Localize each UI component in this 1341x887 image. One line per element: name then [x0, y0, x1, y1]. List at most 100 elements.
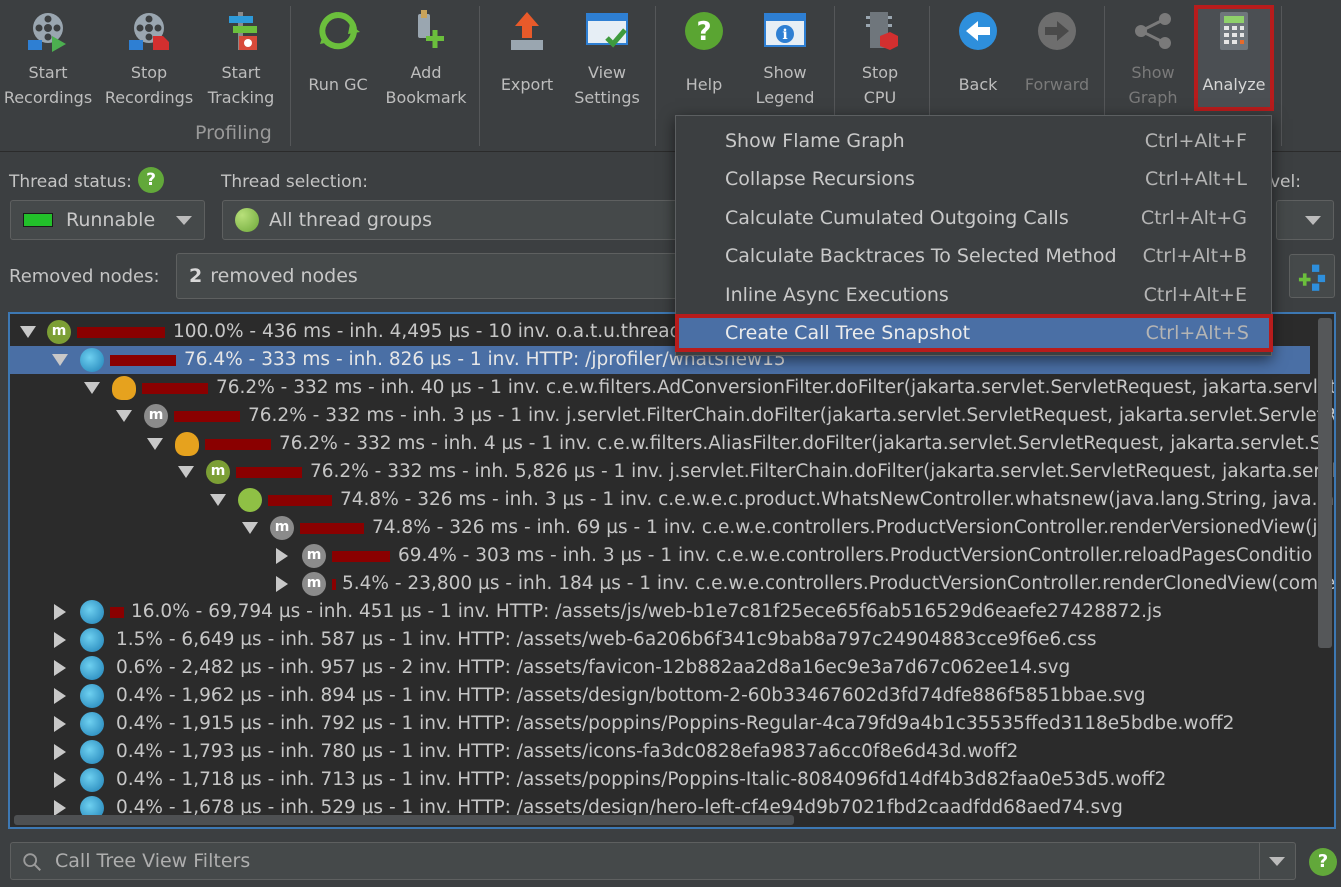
back-button[interactable]: Back	[940, 4, 1016, 112]
thread-status-value: Runnable	[66, 209, 156, 231]
collapsed-triangle-icon[interactable]	[54, 744, 66, 760]
menu-item-calculate-backtraces[interactable]: Calculate Backtraces To Selected Method …	[676, 237, 1271, 275]
analyze-label: Analyze	[1202, 75, 1266, 94]
expanded-triangle-icon[interactable]	[116, 410, 132, 422]
http-globe-icon	[80, 712, 104, 736]
show-legend-button[interactable]: i Show Legend	[745, 4, 825, 112]
removed-nodes-count: 2	[189, 265, 203, 287]
tree-row[interactable]: 16.0% - 69,794 µs - inh. 451 µs - 1 inv.…	[10, 598, 1310, 626]
tree-row-text: 100.0% - 436 ms - inh. 4,495 µs - 10 inv…	[173, 321, 691, 342]
tree-row[interactable]: 0.6% - 2,482 µs - inh. 957 µs - 2 inv. H…	[10, 654, 1310, 682]
stop-recordings-button[interactable]: Stop Recordings	[101, 4, 197, 112]
start-tracking-button[interactable]: Start Tracking	[200, 4, 282, 112]
call-tree[interactable]: m 100.0% - 436 ms - inh. 4,495 µs - 10 i…	[8, 312, 1336, 829]
collapsed-triangle-icon[interactable]	[276, 576, 288, 592]
start-recordings-button[interactable]: Start Recordings	[0, 4, 96, 112]
method-icon: m	[302, 572, 326, 596]
help-button[interactable]: ? Help	[668, 4, 740, 112]
forward-button[interactable]: Forward	[1018, 4, 1096, 112]
toolbar-separator	[1281, 6, 1282, 146]
view-settings-button[interactable]: View Settings	[570, 4, 644, 112]
expanded-triangle-icon[interactable]	[20, 326, 36, 338]
add-bookmark-button[interactable]: Add Bookmark	[381, 4, 471, 112]
filter-icon	[112, 376, 136, 400]
film-reel-stop-icon	[129, 13, 169, 50]
expanded-triangle-icon[interactable]	[242, 522, 258, 534]
collapsed-triangle-icon[interactable]	[54, 632, 66, 648]
menu-item-show-flame-graph[interactable]: Show Flame Graph Ctrl+Alt+F	[676, 122, 1271, 160]
menu-item-inline-async-executions[interactable]: Inline Async Executions Ctrl+Alt+E	[676, 276, 1271, 314]
method-icon: m	[302, 544, 326, 568]
tree-row[interactable]: 1.5% - 6,649 µs - inh. 587 µs - 1 inv. H…	[10, 626, 1310, 654]
recycle-icon	[319, 12, 360, 50]
stop-cpu-button[interactable]: Stop CPU	[846, 4, 914, 112]
tree-row[interactable]: 0.4% - 1,718 µs - inh. 713 µs - 1 inv. H…	[10, 766, 1310, 794]
run-gc-button[interactable]: Run GC	[300, 4, 376, 112]
tree-row-text: 76.2% - 332 ms - inh. 5,826 µs - 1 inv. …	[310, 461, 1336, 482]
expanded-triangle-icon[interactable]	[84, 382, 100, 394]
toolbar-separator	[655, 6, 656, 146]
collapsed-triangle-icon[interactable]	[54, 660, 66, 676]
horizontal-scrollbar[interactable]	[14, 815, 794, 825]
menu-item-calculate-cumulated-outgoing-calls[interactable]: Calculate Cumulated Outgoing Calls Ctrl+…	[676, 199, 1271, 237]
method-icon: m	[47, 320, 71, 344]
collapsed-triangle-icon[interactable]	[54, 800, 66, 816]
collapsed-triangle-icon[interactable]	[276, 548, 288, 564]
tree-row-text: 74.8% - 326 ms - inh. 3 µs - 1 inv. c.e.…	[340, 489, 1334, 510]
collapsed-triangle-icon[interactable]	[54, 772, 66, 788]
http-globe-icon	[80, 656, 104, 680]
show-graph-button[interactable]: Show Graph	[1115, 4, 1191, 112]
expanded-triangle-icon[interactable]	[210, 494, 226, 506]
tree-row-text: 16.0% - 69,794 µs - inh. 451 µs - 1 inv.…	[131, 601, 1162, 622]
thread-status-help-icon[interactable]: ?	[138, 167, 164, 193]
collapsed-triangle-icon[interactable]	[54, 604, 66, 620]
expanded-triangle-icon[interactable]	[147, 438, 163, 450]
expanded-triangle-icon[interactable]	[52, 354, 68, 366]
tree-row[interactable]: 74.8% - 326 ms - inh. 3 µs - 1 inv. c.e.…	[10, 486, 1334, 514]
http-globe-icon	[80, 684, 104, 708]
tree-row[interactable]: m 69.4% - 303 ms - inh. 3 µs - 1 inv. c.…	[10, 542, 1313, 570]
analyze-button[interactable]: Analyze	[1198, 4, 1270, 112]
call-tree-view-filters-input[interactable]: Call Tree View Filters	[10, 842, 1296, 880]
thread-selection-dropdown[interactable]: All thread groups	[222, 200, 682, 240]
back-label: Back	[958, 75, 998, 94]
tree-row[interactable]: m 74.8% - 326 ms - inh. 69 µs - 1 inv. c…	[10, 514, 1329, 542]
film-reel-play-icon	[28, 13, 66, 52]
time-bar	[142, 383, 208, 394]
vertical-scrollbar[interactable]	[1318, 318, 1332, 648]
removed-nodes-field[interactable]: 2 removed nodes	[176, 253, 682, 299]
profiling-group-label: Profiling	[195, 122, 272, 144]
filters-help-icon[interactable]: ?	[1309, 848, 1337, 876]
tree-row-text: 0.4% - 1,962 µs - inh. 894 µs - 1 inv. H…	[116, 685, 1146, 706]
tree-row[interactable]: 0.4% - 1,793 µs - inh. 780 µs - 1 inv. H…	[10, 738, 1310, 766]
thread-selection-value: All thread groups	[269, 209, 432, 231]
time-bar	[205, 439, 271, 450]
menu-item-collapse-recursions[interactable]: Collapse Recursions Ctrl+Alt+L	[676, 160, 1271, 198]
filter-dropdown-button[interactable]	[1259, 843, 1295, 879]
tree-row-text: 76.2% - 332 ms - inh. 40 µs - 1 inv. c.e…	[216, 377, 1336, 398]
tree-row[interactable]: 0.4% - 1,915 µs - inh. 792 µs - 1 inv. H…	[10, 710, 1310, 738]
thread-status-dropdown[interactable]: Runnable	[10, 200, 205, 240]
collapsed-triangle-icon[interactable]	[54, 716, 66, 732]
tree-row[interactable]: m 76.2% - 332 ms - inh. 3 µs - 1 inv. j.…	[10, 402, 1334, 430]
tree-row[interactable]: 76.2% - 332 ms - inh. 40 µs - 1 inv. c.e…	[10, 374, 1334, 402]
collapsed-triangle-icon[interactable]	[54, 688, 66, 704]
method-icon: m	[206, 460, 230, 484]
menu-item-shortcut: Ctrl+Alt+G	[1140, 207, 1247, 229]
tree-row-text: 69.4% - 303 ms - inh. 3 µs - 1 inv. c.e.…	[398, 545, 1313, 566]
tree-row[interactable]: m 76.2% - 332 ms - inh. 5,826 µs - 1 inv…	[10, 458, 1334, 486]
menu-item-shortcut: Ctrl+Alt+E	[1143, 284, 1247, 306]
tree-row[interactable]: 76.2% - 332 ms - inh. 4 µs - 1 inv. c.e.…	[10, 430, 1334, 458]
chevron-down-icon	[1305, 216, 1321, 225]
menu-item-label: Inline Async Executions	[725, 284, 949, 306]
menu-item-shortcut: Ctrl+Alt+F	[1144, 130, 1247, 152]
tree-row[interactable]: m 5.4% - 23,800 µs - inh. 184 µs - 1 inv…	[10, 570, 1334, 598]
export-label: Export	[500, 75, 554, 94]
level-dropdown[interactable]	[1276, 200, 1334, 240]
export-button[interactable]: Export	[489, 4, 565, 112]
calculator-icon	[1220, 12, 1248, 50]
add-view-button[interactable]	[1289, 254, 1335, 298]
menu-item-create-call-tree-snapshot[interactable]: Create Call Tree Snapshot Ctrl+Alt+S	[675, 314, 1273, 352]
expanded-triangle-icon[interactable]	[178, 466, 194, 478]
tree-row[interactable]: 0.4% - 1,962 µs - inh. 894 µs - 1 inv. H…	[10, 682, 1310, 710]
